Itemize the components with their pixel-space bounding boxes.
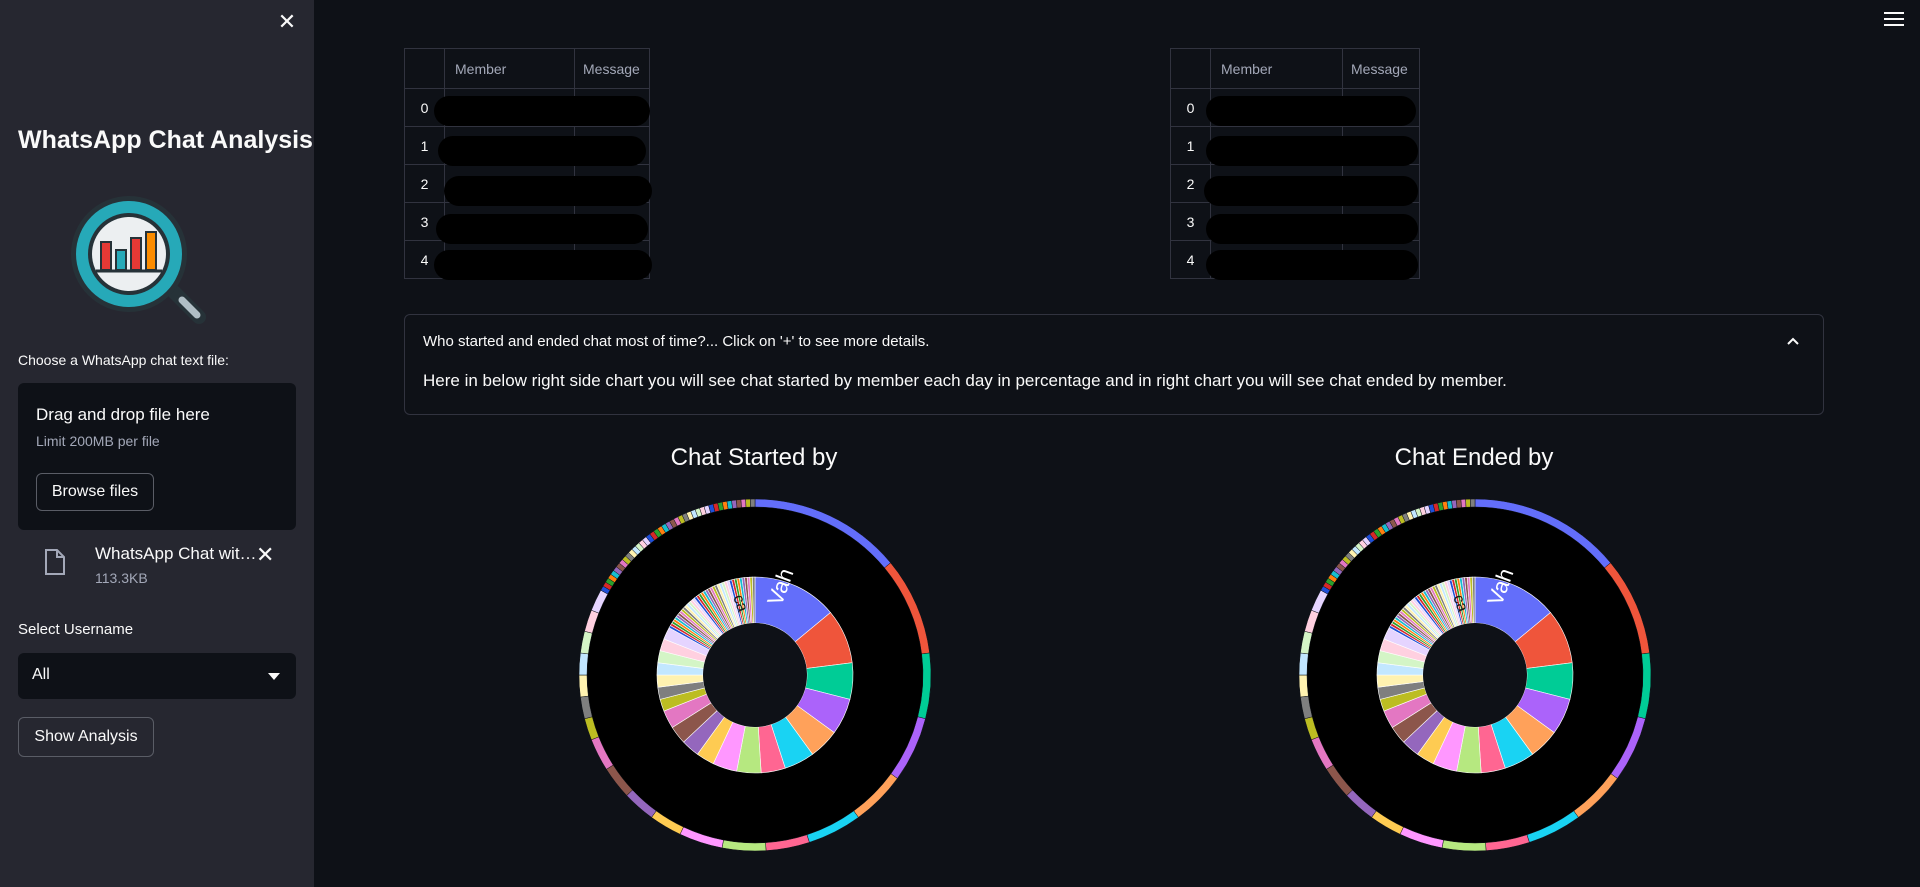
- username-select-value: All: [32, 666, 50, 683]
- chat-started-sunburst[interactable]: Vahca: [574, 494, 936, 856]
- outer-segment: [740, 498, 747, 508]
- redaction: [1204, 176, 1418, 206]
- redaction: [1206, 96, 1416, 126]
- redaction: [436, 214, 648, 244]
- dropzone-limit: Limit 200MB per file: [36, 433, 160, 449]
- chart-ended-title: Chat Ended by: [1394, 444, 1554, 471]
- upload-label: Choose a WhatsApp chat text file:: [18, 352, 229, 368]
- outer-segment: [1460, 498, 1467, 508]
- message-header[interactable]: Message: [1342, 48, 1420, 89]
- redaction: [1206, 250, 1418, 280]
- outer-segment: [750, 498, 756, 508]
- outer-segment: [1455, 499, 1462, 509]
- chat-start-end-expander: Who started and ended chat most of time?…: [404, 314, 1824, 415]
- uploaded-file: WhatsApp Chat wit… 113.3KB ✕: [40, 540, 290, 592]
- redaction: [1206, 136, 1418, 166]
- member-header[interactable]: Member: [1210, 48, 1343, 89]
- dropzone-title: Drag and drop file here: [36, 405, 210, 424]
- index-header: [404, 48, 445, 89]
- chart-started-title: Chat Started by: [670, 444, 838, 471]
- select-username-label: Select Username: [18, 621, 134, 638]
- analysis-logo-icon: [71, 196, 206, 324]
- center-hole: [1423, 623, 1527, 727]
- row-index: 3: [1170, 202, 1211, 241]
- redaction: [434, 250, 652, 280]
- show-analysis-button[interactable]: Show Analysis: [18, 717, 154, 757]
- outer-segment: [1465, 498, 1471, 508]
- sidebar: ✕ WhatsApp Chat Analysis Choose a WhatsA…: [0, 0, 314, 887]
- file-name: WhatsApp Chat wit…: [95, 544, 257, 563]
- outer-segment: [578, 674, 589, 698]
- outer-segment: [578, 652, 589, 676]
- outer-segment: [745, 498, 751, 508]
- outer-segment: [1470, 498, 1476, 508]
- main-menu-icon[interactable]: [1884, 12, 1904, 28]
- row-index: 0: [1170, 88, 1211, 127]
- row-index: 1: [1170, 126, 1211, 165]
- chat-ended-sunburst[interactable]: Vahca: [1294, 494, 1656, 856]
- row-index: 2: [404, 164, 445, 203]
- caret-down-icon: [268, 673, 280, 680]
- redaction: [1206, 214, 1418, 244]
- redaction: [438, 136, 646, 166]
- browse-files-button[interactable]: Browse files: [36, 473, 154, 511]
- center-hole: [703, 623, 807, 727]
- chevron-up-icon[interactable]: [1785, 333, 1801, 349]
- index-header: [1170, 48, 1211, 89]
- remove-file-icon[interactable]: ✕: [256, 542, 274, 568]
- file-dropzone[interactable]: Drag and drop file here Limit 200MB per …: [18, 383, 296, 530]
- outer-segment: [1298, 652, 1309, 676]
- redaction: [444, 176, 652, 206]
- redaction: [434, 96, 650, 126]
- expander-header[interactable]: Who started and ended chat most of time?…: [423, 333, 929, 350]
- outer-segment: [735, 499, 742, 509]
- expander-body: Here in below right side chart you will …: [423, 371, 1507, 390]
- outer-segment: [1298, 674, 1309, 698]
- app-title: WhatsApp Chat Analysis: [18, 126, 313, 154]
- file-size: 113.3KB: [95, 570, 148, 586]
- username-select[interactable]: All: [18, 653, 296, 699]
- member-header[interactable]: Member: [444, 48, 575, 89]
- close-sidebar-icon[interactable]: ✕: [277, 11, 297, 33]
- file-icon: [45, 549, 65, 575]
- row-index: 4: [1170, 240, 1211, 279]
- message-header[interactable]: Message: [574, 48, 650, 89]
